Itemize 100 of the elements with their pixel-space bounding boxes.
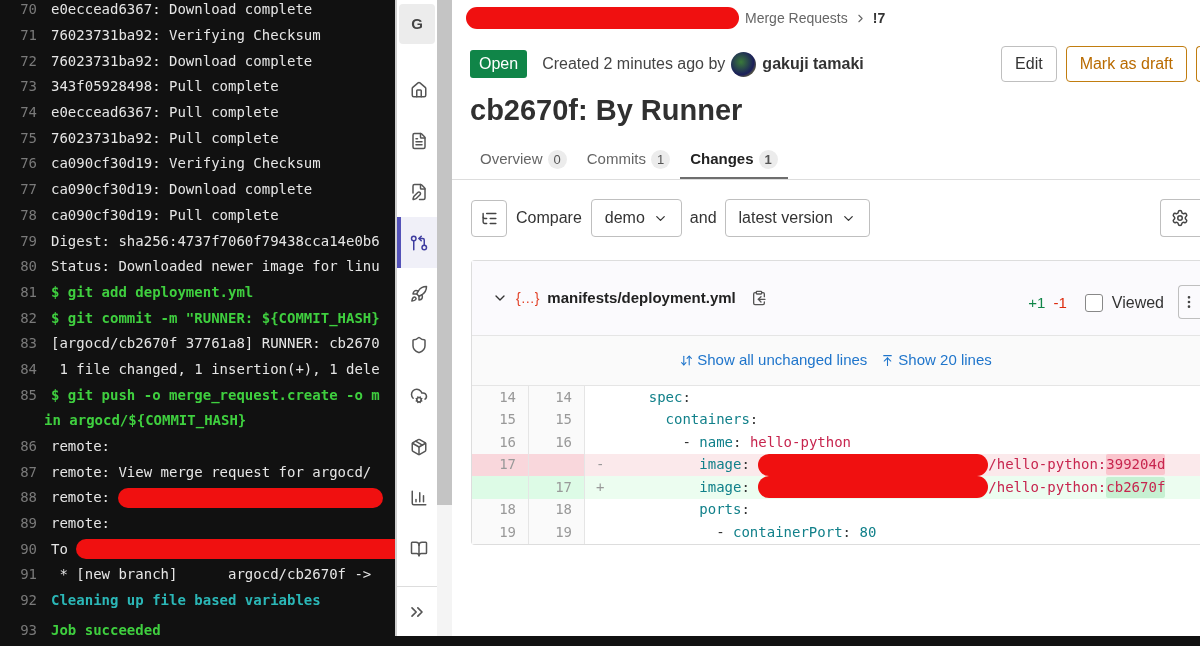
code-text: -	[715, 522, 726, 542]
changed-text: 399204d	[1106, 454, 1166, 476]
terminal-line: 76023731ba92: Verifying Checksum	[51, 26, 321, 46]
cloud-gear-icon	[410, 386, 428, 405]
code-text: ports	[698, 500, 742, 520]
sidebar-item[interactable]	[397, 217, 437, 268]
code-text: hello-python	[749, 432, 852, 452]
edit-button[interactable]: Edit	[1001, 46, 1057, 82]
line-number: 77	[19, 180, 37, 200]
status-badge: Open	[470, 50, 528, 78]
line-number: 86	[19, 437, 37, 457]
expand-up-icon	[881, 354, 895, 367]
line-number: 90	[19, 539, 37, 559]
tab[interactable]: Overview 0	[470, 142, 577, 179]
group-avatar[interactable]: G	[399, 4, 435, 44]
viewed-label: Viewed	[1111, 293, 1164, 313]
terminal-line: Cleaning up file based variables	[51, 591, 321, 611]
version-dropdown[interactable]: latest version	[724, 199, 870, 237]
breadcrumb-link[interactable]: !7	[872, 7, 886, 29]
terminal-line: Status: Downloaded newer image for linu	[51, 257, 380, 277]
old-line-number: 14	[472, 386, 529, 409]
terminal-line: 76023731ba92: Download complete	[51, 51, 313, 71]
terminal-line: * [new branch] argocd/cb2670f ->	[58, 565, 372, 585]
package-icon	[410, 437, 428, 456]
line-number: 79	[19, 231, 37, 251]
code-text: :	[741, 500, 750, 520]
rocket-icon	[410, 284, 428, 303]
line-number: 80	[19, 257, 37, 277]
terminal-line: $ git add deployment.yml	[51, 282, 254, 302]
code-text: image	[698, 477, 742, 497]
terminal-line: 76023731ba92: Pull complete	[51, 128, 279, 148]
terminal-line: remote:	[51, 488, 110, 508]
line-number: 82	[19, 308, 37, 328]
scrollbar-thumb[interactable]	[437, 0, 452, 505]
old-line-number: 16	[472, 431, 529, 454]
terminal-line: 343f05928498: Pull complete	[51, 77, 279, 97]
code-text: 80	[859, 522, 877, 542]
count-badge: 1	[758, 149, 778, 170]
terminal-line: Job succeeded	[51, 620, 161, 640]
terminal-line: To	[51, 539, 68, 559]
terminal-line: e0eccead6367: Download complete	[51, 0, 313, 20]
code-text: :	[733, 432, 743, 452]
code-text: :	[741, 455, 751, 475]
author-link[interactable]: gakuji tamaki	[762, 52, 864, 76]
copy-icon[interactable]	[750, 290, 767, 306]
code-text: containerPort	[733, 522, 843, 542]
old-line-number: 18	[472, 498, 529, 521]
line-number: 78	[19, 205, 37, 225]
expand-icon	[680, 354, 694, 367]
line-number: 92	[19, 591, 37, 611]
terminal-line: ca090cf30d19: Verifying Checksum	[51, 154, 321, 174]
terminal-line: 1 file changed, 1 insertion(+), 1 dele	[58, 359, 380, 379]
count-badge: 0	[547, 149, 567, 170]
file-tree-button[interactable]	[471, 199, 507, 237]
tab[interactable]: Changes 1	[680, 142, 788, 179]
tab[interactable]: Commits 1	[576, 142, 681, 179]
terminal-line: Digest: sha256:4737f7060f79438cca14e0b6	[51, 231, 380, 251]
file-icon	[410, 131, 428, 150]
terminal-line: remote:	[51, 437, 110, 457]
breadcrumb-link[interactable]: Merge Requests	[745, 7, 848, 29]
code-text: :	[749, 410, 759, 430]
document-edit-icon	[410, 182, 428, 201]
changed-text: cb2670f	[1106, 476, 1166, 498]
line-number: 81	[19, 282, 37, 302]
terminal-line: $ git push -o merge_request.create -o m	[51, 385, 380, 406]
diff-sign: -	[595, 455, 606, 475]
count-badge: 1	[650, 149, 671, 170]
line-number: 91	[19, 565, 37, 585]
base-dropdown[interactable]: demo	[590, 199, 682, 237]
line-number: 93	[19, 620, 37, 640]
expand-link[interactable]: Show 20 lines	[881, 349, 992, 372]
avatar-icon	[731, 51, 757, 77]
old-line-number: 19	[472, 521, 529, 544]
terminal-line: [argocd/cb2670f 37761a8] RUNNER: cb2670	[51, 334, 380, 354]
settings-button[interactable]	[1160, 199, 1200, 237]
json-file-icon: {…}	[516, 287, 540, 309]
line-number: 88	[19, 488, 37, 508]
line-number: 75	[19, 128, 37, 148]
terminal-line: ca090cf30d19: Pull complete	[51, 205, 279, 225]
viewed-checkbox[interactable]	[1084, 294, 1103, 312]
diff-sign: +	[595, 477, 606, 497]
code-text: containers	[664, 410, 750, 430]
old-line-number: 15	[472, 408, 529, 431]
new-line-number: 14	[529, 386, 585, 409]
terminal-line: e0eccead6367: Pull complete	[51, 103, 279, 123]
bar-chart-icon	[410, 488, 428, 507]
created-text: Created 2 minutes ago by	[542, 54, 726, 74]
terminal-line: in argocd/${COMMIT_HASH}	[44, 411, 247, 431]
line-number: 87	[19, 462, 37, 482]
book-icon	[410, 539, 428, 558]
terminal-line: remote: View merge request for argocd/	[51, 462, 372, 482]
terminal-line: $ git commit -m "RUNNER: ${COMMIT_HASH}	[51, 308, 380, 329]
and-label: and	[689, 208, 717, 228]
code-text: -	[681, 432, 692, 452]
line-number: 70	[19, 0, 37, 20]
code-text: :	[682, 387, 691, 407]
expand-link[interactable]: Show all unchanged lines	[680, 349, 868, 372]
new-line-number: 16	[529, 431, 585, 454]
mark-as-draft-button[interactable]: Mark as draft	[1065, 46, 1187, 82]
new-line-number: 15	[529, 408, 585, 431]
